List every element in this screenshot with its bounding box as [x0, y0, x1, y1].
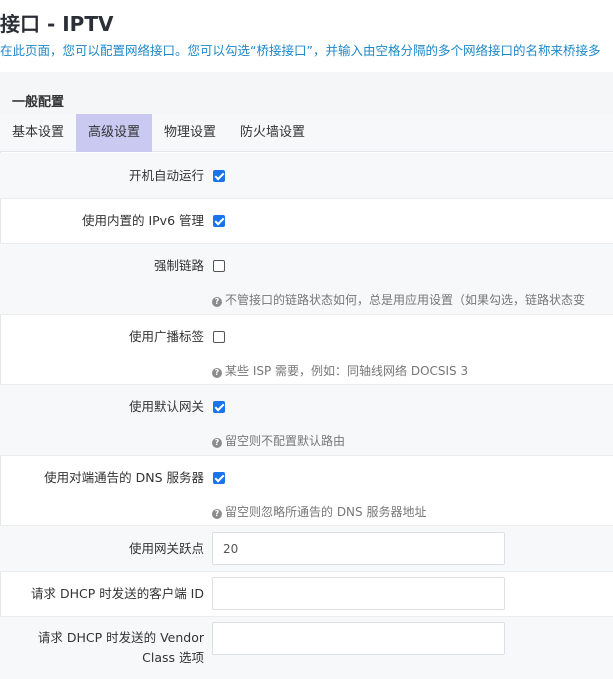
tab-firewall-settings[interactable]: 防火墙设置 — [228, 114, 317, 152]
help-circle-icon: ? — [212, 438, 222, 448]
row-builtin-ipv6: 使用内置的 IPv6 管理 — [0, 199, 613, 244]
peer-dns-hint: ? 留空则忽略所通告的 DNS 服务器地址 — [212, 503, 426, 520]
help-circle-icon: ? — [212, 368, 222, 378]
tab-basic-settings[interactable]: 基本设置 — [0, 114, 76, 152]
page-title: 接口 - IPTV — [0, 12, 114, 36]
client-id-input[interactable] — [212, 577, 505, 610]
row-broadcast-flag: 使用广播标签 ? 某些 ISP 需要，例如：同轴线网络 DOCSIS 3 — [0, 315, 613, 385]
force-link-hint: ? 不管接口的链路状态如何，总是用应用设置（如果勾选，链路状态变 — [212, 291, 585, 308]
client-id-label: 请求 DHCP 时发送的客户端 ID — [30, 586, 204, 601]
section-title: 一般配置 — [12, 95, 65, 110]
row-client-id: 请求 DHCP 时发送的客户端 ID — [0, 572, 613, 617]
builtin-ipv6-label: 使用内置的 IPv6 管理 — [81, 213, 204, 228]
row-auto-start: 开机自动运行 — [0, 153, 613, 199]
broadcast-flag-hint-text: 某些 ISP 需要，例如：同轴线网络 DOCSIS 3 — [225, 364, 469, 378]
vendor-class-input[interactable] — [212, 622, 505, 655]
tab-bar: 基本设置 高级设置 物理设置 防火墙设置 — [0, 114, 613, 152]
peer-dns-hint-text: 留空则忽略所通告的 DNS 服务器地址 — [225, 505, 427, 519]
help-circle-icon: ? — [212, 509, 222, 519]
row-force-link: 强制链路 ? 不管接口的链路状态如何，总是用应用设置（如果勾选，链路状态变 — [0, 244, 613, 315]
broadcast-flag-checkbox[interactable] — [213, 331, 225, 343]
auto-start-label: 开机自动运行 — [128, 168, 204, 183]
default-gateway-label: 使用默认网关 — [128, 399, 204, 414]
force-link-checkbox[interactable] — [213, 260, 225, 272]
force-link-label: 强制链路 — [153, 258, 204, 273]
gateway-metric-label: 使用网关跃点 — [128, 541, 204, 556]
broadcast-flag-label: 使用广播标签 — [128, 329, 204, 344]
vendor-class-label-line1: 请求 DHCP 时发送的 Vendor — [37, 630, 204, 645]
builtin-ipv6-checkbox[interactable] — [213, 215, 225, 227]
gateway-metric-input[interactable] — [212, 532, 505, 565]
tab-advanced-settings[interactable]: 高级设置 — [76, 114, 153, 152]
peer-dns-label: 使用对端通告的 DNS 服务器 — [44, 470, 204, 485]
auto-start-checkbox[interactable] — [213, 170, 225, 182]
row-peer-dns: 使用对端通告的 DNS 服务器 ? 留空则忽略所通告的 DNS 服务器地址 — [0, 456, 613, 526]
tab-physical-settings[interactable]: 物理设置 — [152, 114, 228, 152]
page-description: 在此页面，您可以配置网络接口。您可以勾选“桥接接口”，并输入由空格分隔的多个网络… — [0, 43, 601, 58]
broadcast-flag-hint: ? 某些 ISP 需要，例如：同轴线网络 DOCSIS 3 — [212, 362, 468, 379]
help-circle-icon: ? — [212, 297, 222, 307]
default-gateway-hint: ? 留空则不配置默认路由 — [212, 432, 345, 449]
default-gateway-checkbox[interactable] — [213, 401, 225, 413]
default-gateway-hint-text: 留空则不配置默认路由 — [225, 434, 346, 448]
row-default-gateway: 使用默认网关 ? 留空则不配置默认路由 — [0, 385, 613, 456]
row-vendor-class: 请求 DHCP 时发送的 Vendor Class 选项 — [0, 617, 613, 679]
page-header: 接口 - IPTV 在此页面，您可以配置网络接口。您可以勾选“桥接接口”，并输入… — [0, 0, 613, 72]
vendor-class-label-line2: Class 选项 — [142, 650, 204, 665]
peer-dns-checkbox[interactable] — [213, 472, 225, 484]
force-link-hint-text: 不管接口的链路状态如何，总是用应用设置（如果勾选，链路状态变 — [225, 293, 586, 307]
row-gateway-metric: 使用网关跃点 — [0, 526, 613, 572]
